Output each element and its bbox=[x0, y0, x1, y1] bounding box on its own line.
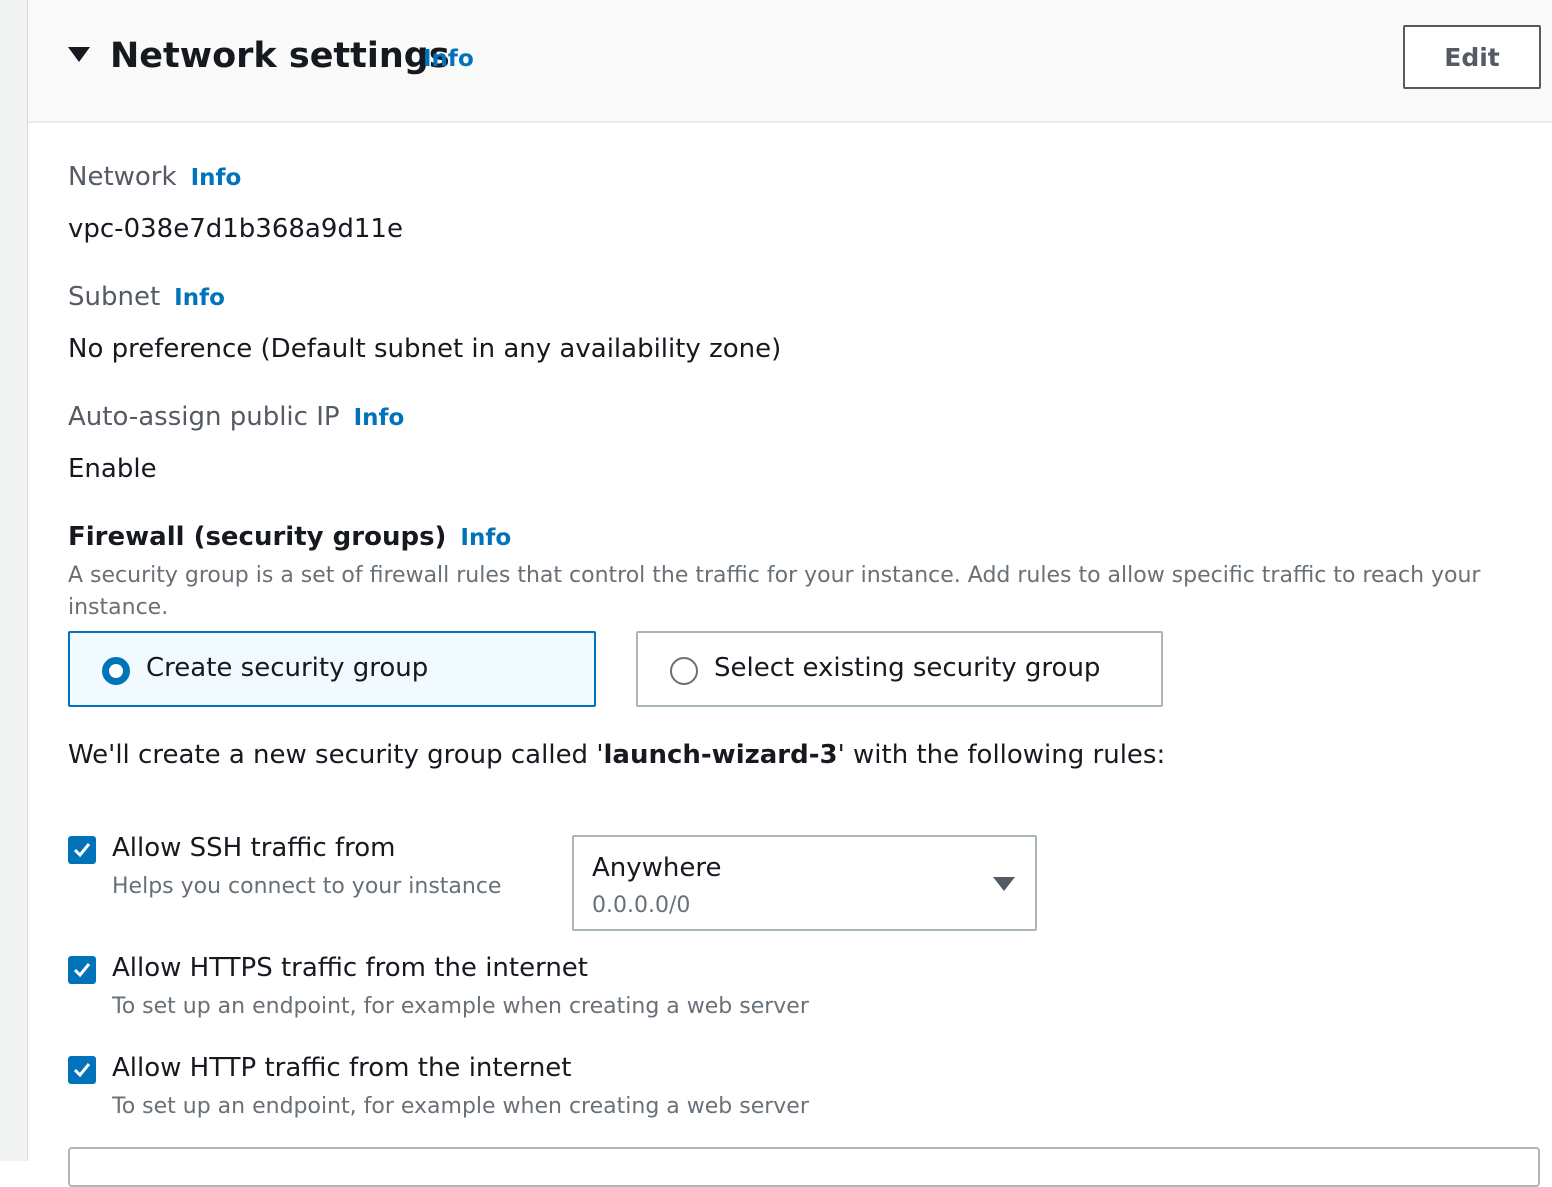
header-info-link[interactable]: Info bbox=[423, 46, 474, 72]
ssh-checkbox[interactable] bbox=[68, 836, 96, 864]
ssh-source-cidr: 0.0.0.0/0 bbox=[592, 893, 691, 918]
firewall-info-link[interactable]: Info bbox=[460, 525, 511, 551]
radio-unselected-icon[interactable] bbox=[670, 657, 698, 685]
security-group-sentence: We'll create a new security group called… bbox=[68, 740, 1165, 770]
firewall-description: A security group is a set of firewall ru… bbox=[68, 563, 1481, 620]
ssh-source-value: Anywhere bbox=[592, 853, 722, 883]
network-value: vpc-038e7d1b368a9d11e bbox=[68, 214, 403, 244]
public-ip-label: Auto-assign public IP bbox=[68, 402, 340, 432]
public-ip-label-row: Auto-assign public IP Info bbox=[68, 402, 404, 432]
http-rule-title: Allow HTTP traffic from the internet bbox=[112, 1053, 572, 1083]
network-label-row: Network Info bbox=[68, 162, 241, 192]
subnet-value: No preference (Default subnet in any ava… bbox=[68, 334, 782, 364]
security-group-name: launch-wizard-3 bbox=[603, 740, 838, 770]
checkmark-icon bbox=[73, 843, 91, 858]
subnet-label: Subnet bbox=[68, 282, 161, 312]
public-ip-value: Enable bbox=[68, 454, 157, 484]
firewall-label: Firewall (security groups) bbox=[68, 522, 447, 552]
subnet-info-link[interactable]: Info bbox=[174, 285, 225, 311]
create-security-group-label: Create security group bbox=[146, 653, 429, 683]
caret-down-icon bbox=[993, 877, 1015, 891]
subnet-label-row: Subnet Info bbox=[68, 282, 225, 312]
https-checkbox[interactable] bbox=[68, 956, 96, 984]
checkmark-icon bbox=[73, 1063, 91, 1078]
https-rule-description: To set up an endpoint, for example when … bbox=[112, 994, 809, 1019]
radio-selected-icon[interactable] bbox=[102, 657, 130, 685]
network-info-link[interactable]: Info bbox=[191, 165, 242, 191]
public-ip-info-link[interactable]: Info bbox=[354, 405, 405, 431]
sentence-suffix: ' with the following rules: bbox=[837, 740, 1166, 770]
panel-header: Network settings Info Edit bbox=[28, 0, 1552, 123]
select-existing-security-group-label: Select existing security group bbox=[714, 653, 1101, 683]
https-rule-title: Allow HTTPS traffic from the internet bbox=[112, 953, 588, 983]
select-existing-security-group-option[interactable]: Select existing security group bbox=[636, 631, 1163, 707]
http-checkbox[interactable] bbox=[68, 1056, 96, 1084]
firewall-label-row: Firewall (security groups) Info bbox=[68, 522, 511, 552]
create-security-group-option[interactable]: Create security group bbox=[68, 631, 596, 707]
left-rail bbox=[0, 0, 28, 1161]
network-label: Network bbox=[68, 162, 177, 192]
panel-title: Network settings bbox=[110, 36, 450, 76]
ssh-rule-title: Allow SSH traffic from bbox=[112, 833, 396, 863]
sentence-prefix: We'll create a new security group called… bbox=[68, 740, 604, 770]
edit-button[interactable]: Edit bbox=[1403, 25, 1541, 89]
ssh-source-select[interactable]: Anywhere 0.0.0.0/0 bbox=[572, 835, 1037, 931]
network-settings-panel: Network settings Info Edit Network Info v… bbox=[28, 0, 1552, 1187]
checkmark-icon bbox=[73, 963, 91, 978]
ssh-rule-description: Helps you connect to your instance bbox=[112, 874, 502, 899]
http-rule-description: To set up an endpoint, for example when … bbox=[112, 1094, 809, 1119]
warning-alert-box bbox=[68, 1147, 1540, 1187]
collapse-caret-icon[interactable] bbox=[68, 47, 90, 62]
